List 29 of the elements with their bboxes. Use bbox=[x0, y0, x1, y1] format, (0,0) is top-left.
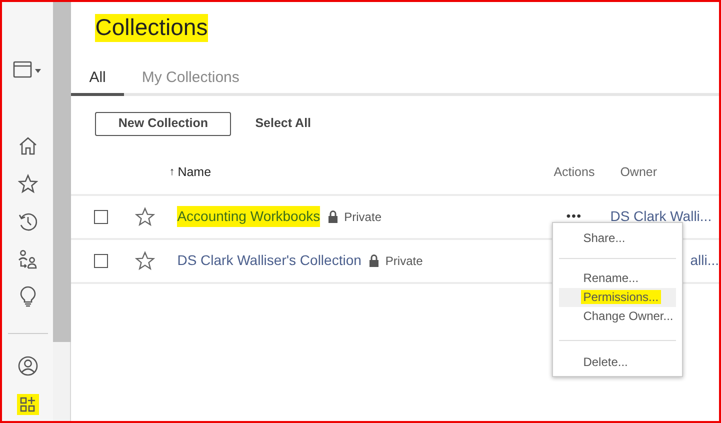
column-header: Actions bbox=[554, 165, 595, 180]
select-all-link[interactable]: Select All bbox=[255, 114, 312, 133]
menu-item[interactable]: Delete... bbox=[559, 353, 676, 372]
more-actions-button[interactable]: ••• bbox=[566, 207, 582, 226]
sort-arrow-icon: ↑ bbox=[169, 164, 175, 181]
tab[interactable]: My Collections bbox=[124, 67, 258, 96]
tab[interactable]: All bbox=[71, 67, 124, 96]
lock-icon bbox=[328, 210, 338, 223]
menu-item[interactable]: Change Owner... bbox=[559, 307, 676, 326]
page-title: Collections bbox=[95, 14, 208, 42]
privacy-label: Private bbox=[385, 252, 423, 270]
collection-link[interactable]: DS Clark Walliser's Collection bbox=[177, 250, 362, 271]
scrollbar-thumb[interactable] bbox=[53, 2, 72, 342]
grid-add-icon[interactable] bbox=[16, 394, 39, 415]
favorite-star-icon[interactable] bbox=[135, 250, 156, 270]
new-collection-button[interactable]: New Collection bbox=[95, 112, 232, 136]
favorite-star-icon[interactable] bbox=[135, 206, 156, 226]
lock-icon bbox=[369, 254, 380, 267]
checkbox[interactable] bbox=[94, 210, 108, 224]
privacy-label: Private bbox=[344, 208, 382, 226]
menu-item[interactable]: Rename... bbox=[559, 269, 676, 288]
collection-link[interactable]: Accounting Workbooks bbox=[177, 206, 320, 227]
menu-item[interactable]: Share... bbox=[559, 229, 676, 248]
column-header[interactable]: Owner bbox=[620, 165, 658, 180]
menu-item[interactable]: Permissions... bbox=[559, 288, 676, 307]
owner-link[interactable]: DS Clark Walli... bbox=[610, 208, 712, 224]
checkbox[interactable] bbox=[94, 254, 108, 268]
column-header[interactable]: Name bbox=[178, 163, 212, 182]
owner-link[interactable]: alli... bbox=[690, 252, 719, 268]
